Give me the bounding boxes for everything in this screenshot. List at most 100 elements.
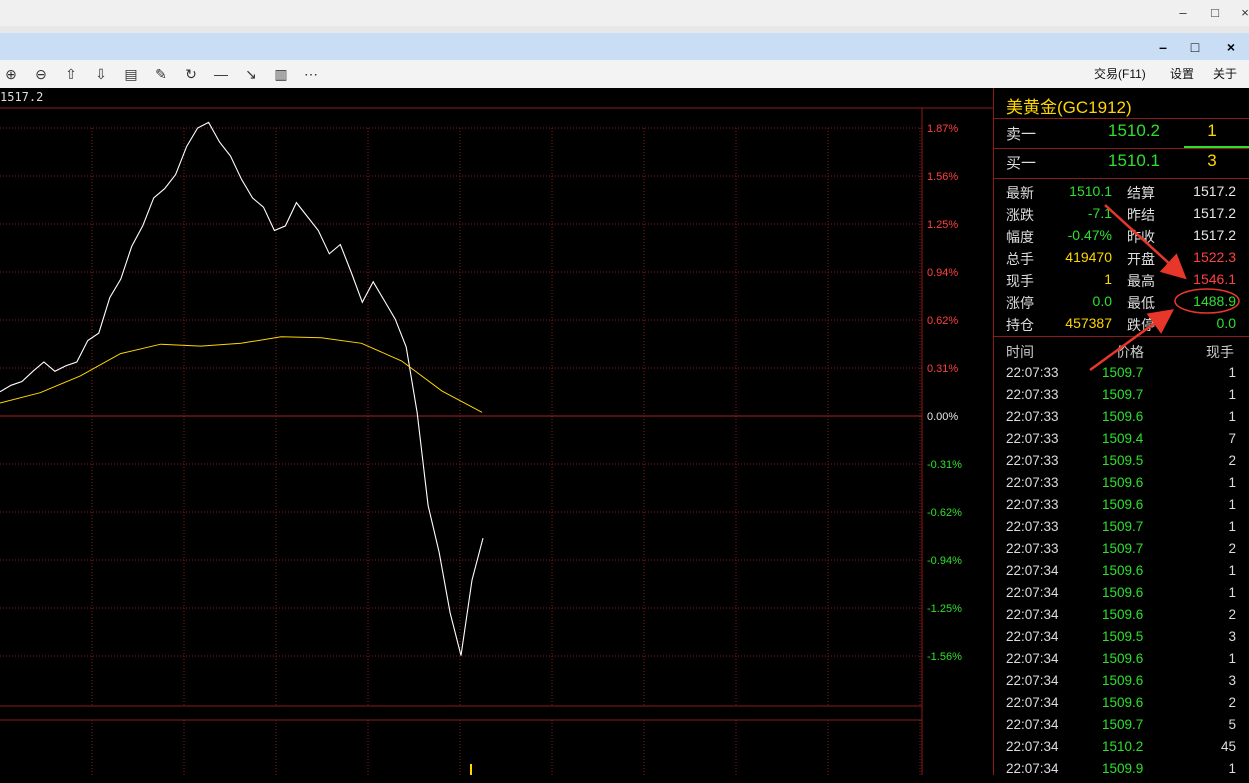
draw-icon[interactable]: ✎ — [150, 63, 172, 85]
trade-volume: 1 — [1228, 563, 1236, 578]
trade-time: 22:07:34 — [1006, 717, 1059, 732]
trade-volume: 5 — [1228, 717, 1236, 732]
pct-tick-label: -0.94% — [927, 555, 962, 567]
trade-row[interactable]: 22:07:33 1509.7 2 — [994, 541, 1249, 563]
trade-price: 1509.6 — [1102, 475, 1144, 490]
quote-value: 1488.9 — [1193, 293, 1236, 309]
trades-header-time: 时间 — [1006, 344, 1034, 360]
quote-value: 0.0 — [1216, 315, 1236, 331]
layout-icon[interactable]: ▤ — [120, 63, 142, 85]
intraday-chart[interactable]: 1.87% 1.56% 1.25% 0.94% 0.62% 0.31% 0.00% -0.31… — [0, 88, 993, 775]
outer-minimize-button[interactable]: – — [1168, 4, 1198, 22]
pct-tick-label: 0.62% — [927, 315, 958, 327]
cursor-price-label: 1517.2 — [0, 90, 44, 104]
trade-menu-button[interactable]: 交易(F11) — [1094, 65, 1146, 82]
trade-price: 1509.6 — [1102, 497, 1144, 512]
zoom-out-icon[interactable]: ⊖ — [30, 63, 52, 85]
quote-value: -7.1 — [1087, 205, 1112, 221]
trade-price: 1509.5 — [1102, 453, 1144, 468]
trade-row[interactable]: 22:07:33 1509.7 1 — [994, 519, 1249, 541]
trade-time: 22:07:33 — [1006, 475, 1059, 490]
trade-row[interactable]: 22:07:34 1509.7 5 — [994, 717, 1249, 739]
trade-row[interactable]: 22:07:34 1509.6 3 — [994, 673, 1249, 695]
trade-time: 22:07:33 — [1006, 519, 1059, 534]
trade-row[interactable]: 22:07:33 1509.4 7 — [994, 431, 1249, 453]
bid-price[interactable]: 1510.1 — [1094, 151, 1174, 171]
arrow-line-icon[interactable]: ↘ — [240, 63, 262, 85]
trade-row[interactable]: 22:07:34 1509.6 1 — [994, 585, 1249, 607]
trade-row[interactable]: 22:07:33 1509.6 1 — [994, 475, 1249, 497]
trade-time: 22:07:34 — [1006, 607, 1059, 622]
trade-row[interactable]: 22:07:34 1509.6 2 — [994, 695, 1249, 717]
trade-volume: 1 — [1228, 585, 1236, 600]
trade-row[interactable]: 22:07:33 1509.7 1 — [994, 365, 1249, 387]
trade-time: 22:07:34 — [1006, 629, 1059, 644]
trade-volume: 1 — [1228, 651, 1236, 666]
trade-volume: 1 — [1228, 475, 1236, 490]
trade-row[interactable]: 22:07:33 1509.6 1 — [994, 497, 1249, 519]
quote-label: 开盘 — [1127, 251, 1155, 267]
zoom-in-icon[interactable]: ⊕ — [0, 63, 22, 85]
outer-tabstrip — [0, 26, 1249, 33]
more-icon[interactable]: ⋯ — [300, 63, 322, 85]
ask-price[interactable]: 1510.2 — [1094, 121, 1174, 141]
outer-maximize-button[interactable]: □ — [1200, 4, 1230, 22]
quote-label: 最高 — [1127, 273, 1155, 289]
trade-volume: 1 — [1228, 387, 1236, 402]
price-line — [0, 121, 484, 656]
trade-volume: 1 — [1228, 519, 1236, 534]
pct-tick-label: 1.87% — [927, 123, 958, 135]
quote-value: 1517.2 — [1193, 205, 1236, 221]
trade-volume: 3 — [1228, 673, 1236, 688]
minimize-button[interactable]: – — [1148, 37, 1178, 57]
divider — [994, 118, 1249, 119]
trade-time: 22:07:33 — [1006, 497, 1059, 512]
pct-tick-label: -0.31% — [927, 459, 962, 471]
trade-time: 22:07:33 — [1006, 541, 1059, 556]
symbol-title: 美黄金(GC1912) — [1006, 98, 1132, 117]
trade-volume: 2 — [1228, 541, 1236, 556]
pct-tick-label: 0.31% — [927, 363, 958, 375]
trade-volume: 3 — [1228, 629, 1236, 644]
color-icon[interactable]: ▥ — [270, 63, 292, 85]
trade-row[interactable]: 22:07:34 1510.2 45 — [994, 739, 1249, 761]
trade-row[interactable]: 22:07:34 1509.6 2 — [994, 607, 1249, 629]
price-chart-svg: 1.87% 1.56% 1.25% 0.94% 0.62% 0.31% 0.00% -0.31… — [0, 107, 993, 775]
ask-volume: 1 — [1207, 121, 1217, 140]
about-menu-button[interactable]: 关于 — [1213, 65, 1237, 82]
trade-row[interactable]: 22:07:34 1509.9 1 — [994, 761, 1249, 783]
trade-row[interactable]: 22:07:34 1509.6 1 — [994, 651, 1249, 673]
maximize-button[interactable]: □ — [1180, 37, 1210, 57]
trade-time: 22:07:33 — [1006, 453, 1059, 468]
divider — [994, 148, 1249, 149]
toolbar: ⊕ ⊖ ⇧ ⇩ ▤ ✎ ↻ — ↘ ▥ ⋯ 交易(F11) 设置 关于 — [0, 60, 1249, 89]
trade-time: 22:07:34 — [1006, 563, 1059, 578]
outer-close-button[interactable]: × — [1230, 4, 1249, 22]
close-button[interactable]: × — [1216, 37, 1246, 57]
refresh-icon[interactable]: ↻ — [180, 63, 202, 85]
trade-row[interactable]: 22:07:34 1509.5 3 — [994, 629, 1249, 651]
arrow-up-icon[interactable]: ⇧ — [60, 63, 82, 85]
trade-volume: 7 — [1228, 431, 1236, 446]
quote-value: -0.47% — [1067, 227, 1112, 243]
quote-label: 昨收 — [1127, 229, 1155, 245]
trade-price: 1509.4 — [1102, 431, 1144, 446]
trade-price: 1509.7 — [1102, 519, 1144, 534]
average-line — [0, 336, 483, 413]
trade-row[interactable]: 22:07:34 1509.6 1 — [994, 563, 1249, 585]
trade-row[interactable]: 22:07:33 1509.7 1 — [994, 387, 1249, 409]
trade-volume: 2 — [1228, 695, 1236, 710]
pct-tick-label: 1.56% — [927, 171, 958, 183]
quote-value: 1517.2 — [1193, 227, 1236, 243]
arrow-down-icon[interactable]: ⇩ — [90, 63, 112, 85]
trade-volume: 2 — [1228, 453, 1236, 468]
trade-price: 1509.6 — [1102, 695, 1144, 710]
trade-row[interactable]: 22:07:33 1509.6 1 — [994, 409, 1249, 431]
trade-price: 1509.6 — [1102, 651, 1144, 666]
settings-menu-button[interactable]: 设置 — [1170, 65, 1194, 82]
trade-price: 1509.6 — [1102, 409, 1144, 424]
pct-tick-label: -0.62% — [927, 507, 962, 519]
line-icon[interactable]: — — [210, 63, 232, 85]
trade-row[interactable]: 22:07:33 1509.5 2 — [994, 453, 1249, 475]
quote-panel: 美黄金(GC1912) 卖一 1510.2 1 买一 1510.1 3 最新 15… — [993, 88, 1249, 776]
